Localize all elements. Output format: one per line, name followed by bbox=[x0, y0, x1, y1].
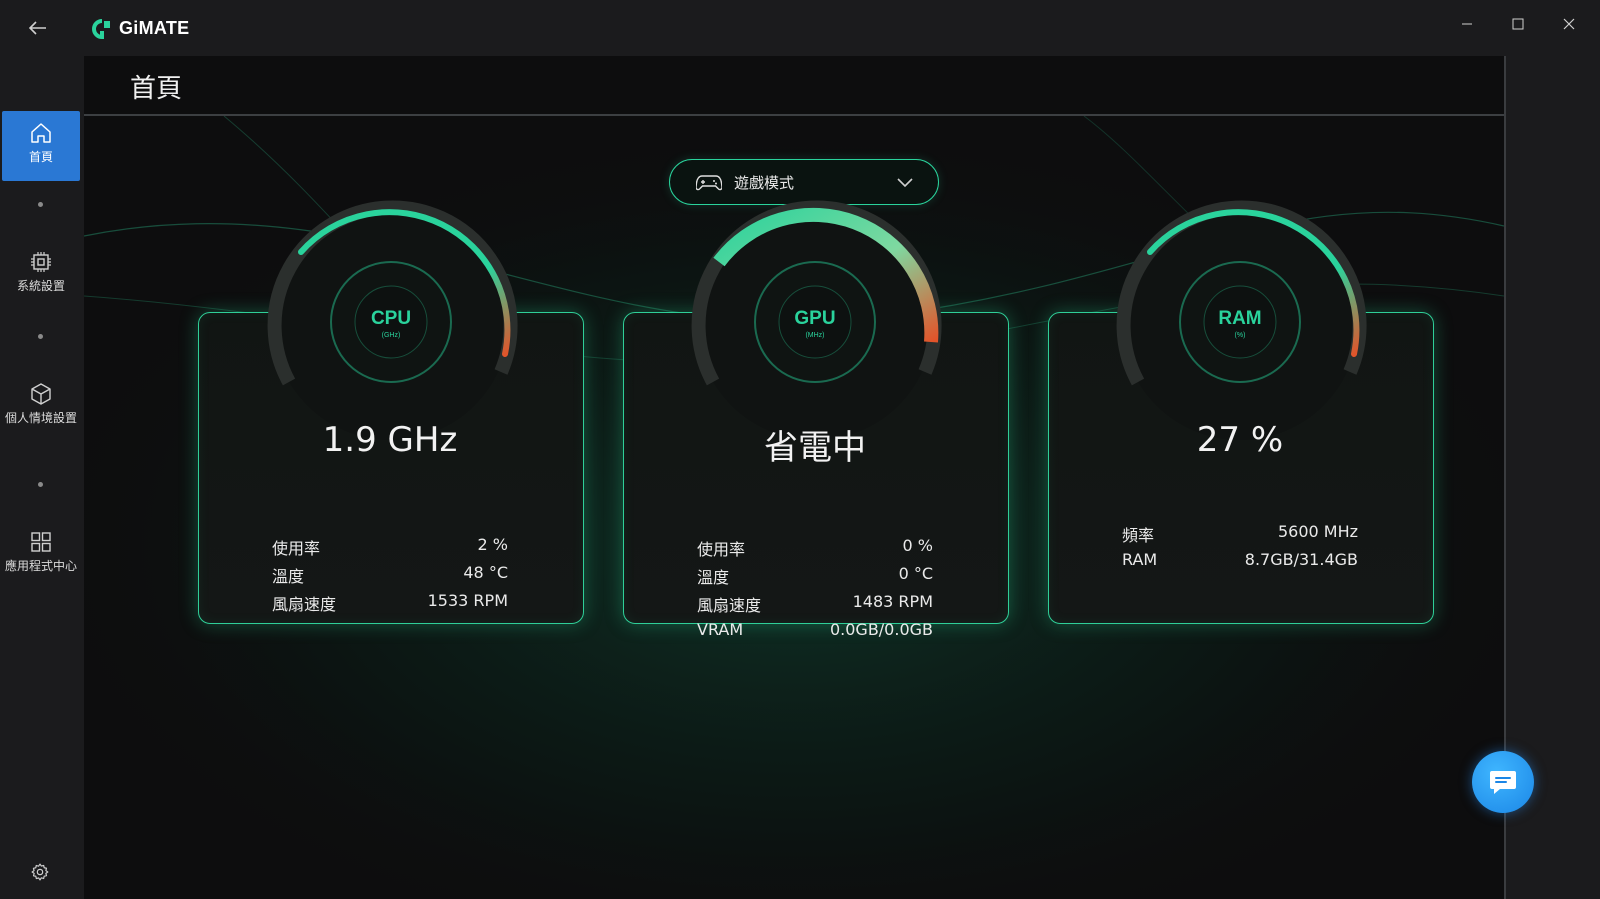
gpu-row-temperature: 溫度 0 °C bbox=[697, 564, 933, 587]
sidebar: 首頁 系統設置 個人情境設置 應用程式中心 bbox=[0, 56, 84, 899]
minimize-button[interactable] bbox=[1450, 10, 1484, 38]
chip-icon bbox=[31, 252, 51, 272]
settings-button[interactable] bbox=[30, 862, 52, 884]
close-button[interactable] bbox=[1552, 10, 1586, 38]
page-title: 首頁 bbox=[130, 74, 183, 104]
gpu-gauge: GPU (MHz) bbox=[691, 200, 942, 440]
ram-gauge-label: RAM bbox=[1218, 308, 1261, 329]
chat-icon bbox=[1490, 771, 1516, 794]
sidebar-item-label: 系統設置 bbox=[16, 279, 65, 293]
maximize-icon bbox=[1512, 18, 1524, 30]
app-logo: GiMATE bbox=[92, 18, 189, 39]
chat-button[interactable] bbox=[1472, 751, 1534, 813]
cpu-gauge-unit: (GHz) bbox=[382, 332, 401, 339]
close-icon bbox=[1563, 18, 1575, 30]
gear-icon bbox=[31, 863, 49, 881]
chevron-down-icon bbox=[897, 178, 913, 188]
separator-dot bbox=[38, 482, 43, 487]
ram-gauge-unit: (%) bbox=[1235, 332, 1246, 339]
sidebar-item-profile-settings[interactable]: 個人情境設置 bbox=[2, 382, 80, 426]
cpu-gauge: CPU (GHz) bbox=[267, 200, 518, 440]
cpu-gauge-label: CPU bbox=[371, 308, 411, 329]
gpu-gauge-unit: (MHz) bbox=[805, 332, 824, 339]
home-icon bbox=[31, 123, 51, 143]
cpu-row-usage: 使用率 2 % bbox=[272, 535, 508, 558]
gamepad-icon bbox=[696, 175, 722, 191]
gpu-headline: 省電中 bbox=[764, 428, 866, 468]
sidebar-item-app-center[interactable]: 應用程式中心 bbox=[2, 530, 80, 574]
sidebar-item-label: 應用程式中心 bbox=[5, 559, 78, 573]
back-arrow-icon bbox=[29, 21, 46, 35]
cpu-row-temperature: 溫度 48 °C bbox=[272, 563, 508, 586]
title-bar: GiMATE bbox=[0, 0, 1600, 56]
ram-row-usage: RAM 8.7GB/31.4GB bbox=[1122, 550, 1358, 569]
cpu-row-fan-speed: 風扇速度 1533 RPM bbox=[272, 591, 508, 614]
cpu-headline: 1.9 GHz bbox=[322, 420, 458, 460]
sidebar-item-label: 個人情境設置 bbox=[5, 411, 78, 425]
separator-dot bbox=[38, 334, 43, 339]
ram-gauge: RAM (%) bbox=[1116, 200, 1367, 440]
sidebar-item-system-settings[interactable]: 系統設置 bbox=[2, 250, 80, 294]
sidebar-item-label: 首頁 bbox=[28, 150, 53, 164]
grid-icon bbox=[31, 532, 51, 552]
maximize-button[interactable] bbox=[1501, 10, 1535, 38]
gpu-row-fan-speed: 風扇速度 1483 RPM bbox=[697, 592, 933, 615]
back-button[interactable] bbox=[26, 16, 50, 40]
cube-icon bbox=[31, 383, 51, 405]
mode-select-value: 遊戲模式 bbox=[734, 173, 795, 192]
minimize-icon bbox=[1462, 23, 1472, 25]
app-name: GiMATE bbox=[119, 18, 190, 38]
sidebar-item-home[interactable]: 首頁 bbox=[2, 111, 80, 181]
separator-dot bbox=[38, 202, 43, 207]
ram-headline: 27 % bbox=[1196, 420, 1284, 460]
gpu-row-usage: 使用率 0 % bbox=[697, 536, 933, 559]
gpu-row-vram: VRAM 0.0GB/0.0GB bbox=[697, 620, 933, 639]
gimate-logo-icon bbox=[92, 18, 110, 39]
ram-row-frequency: 頻率 5600 MHz bbox=[1122, 522, 1358, 545]
title-divider bbox=[84, 114, 1504, 116]
gpu-gauge-label: GPU bbox=[794, 308, 835, 329]
